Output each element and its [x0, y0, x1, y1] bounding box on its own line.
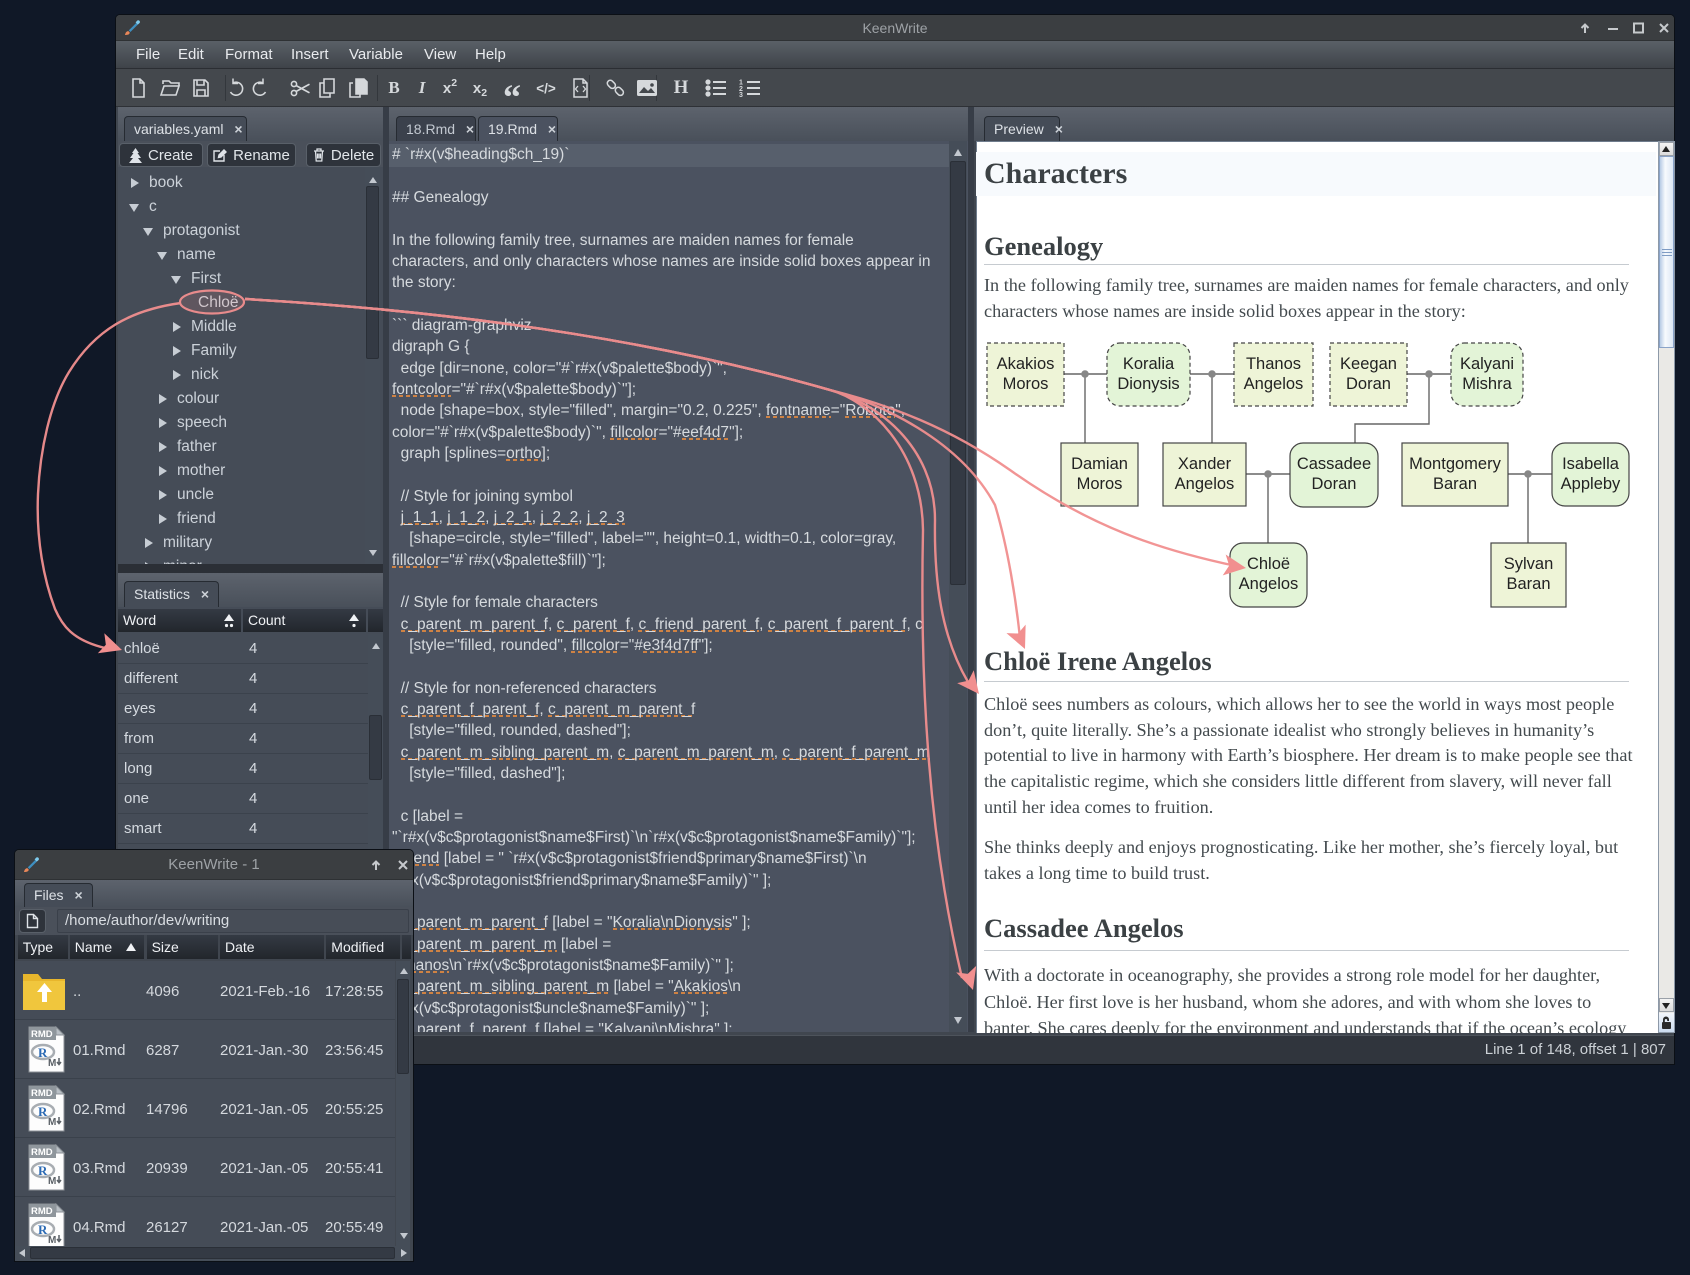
svg-text:Koralia: Koralia [1123, 355, 1175, 373]
svg-text:Moros: Moros [1003, 375, 1049, 393]
svg-text:Xander: Xander [1178, 455, 1232, 473]
svg-text:Doran: Doran [1346, 375, 1391, 393]
svg-text:Chloë: Chloë [1247, 555, 1290, 573]
svg-text:Moros: Moros [1077, 475, 1123, 493]
svg-text:Isabella: Isabella [1562, 455, 1620, 473]
svg-text:R: R [38, 1222, 48, 1237]
svg-text:Keegan: Keegan [1340, 355, 1397, 373]
svg-text:Dionysis: Dionysis [1117, 375, 1179, 393]
svg-text:Damian: Damian [1071, 455, 1128, 473]
svg-text:Angelos: Angelos [1239, 575, 1299, 593]
svg-text:R: R [38, 1104, 48, 1119]
svg-text:RMD: RMD [31, 1029, 53, 1040]
svg-text:R: R [38, 1045, 48, 1060]
svg-text:Sylvan: Sylvan [1504, 555, 1554, 573]
svg-text:Akakios: Akakios [997, 355, 1055, 373]
svg-text:R: R [38, 1163, 48, 1178]
svg-text:M: M [48, 1117, 56, 1128]
svg-text:RMD: RMD [31, 1206, 53, 1217]
svg-text:RMD: RMD [31, 1088, 53, 1099]
svg-text:Doran: Doran [1312, 475, 1357, 493]
svg-text:Appleby: Appleby [1561, 475, 1621, 493]
svg-text:Cassadee: Cassadee [1297, 455, 1371, 473]
svg-text:Thanos: Thanos [1246, 355, 1301, 373]
svg-text:Angelos: Angelos [1244, 375, 1304, 393]
svg-text:Angelos: Angelos [1175, 475, 1235, 493]
svg-text:M: M [48, 1058, 56, 1069]
svg-text:Baran: Baran [1433, 475, 1477, 493]
svg-text:M: M [48, 1176, 56, 1187]
svg-text:Montgomery: Montgomery [1409, 455, 1501, 473]
svg-text:3: 3 [739, 92, 743, 99]
svg-text:Mishra: Mishra [1462, 375, 1512, 393]
svg-text:Baran: Baran [1506, 575, 1550, 593]
svg-text:M: M [48, 1235, 56, 1246]
svg-text:RMD: RMD [31, 1147, 53, 1158]
svg-text:Kalyani: Kalyani [1460, 355, 1514, 373]
